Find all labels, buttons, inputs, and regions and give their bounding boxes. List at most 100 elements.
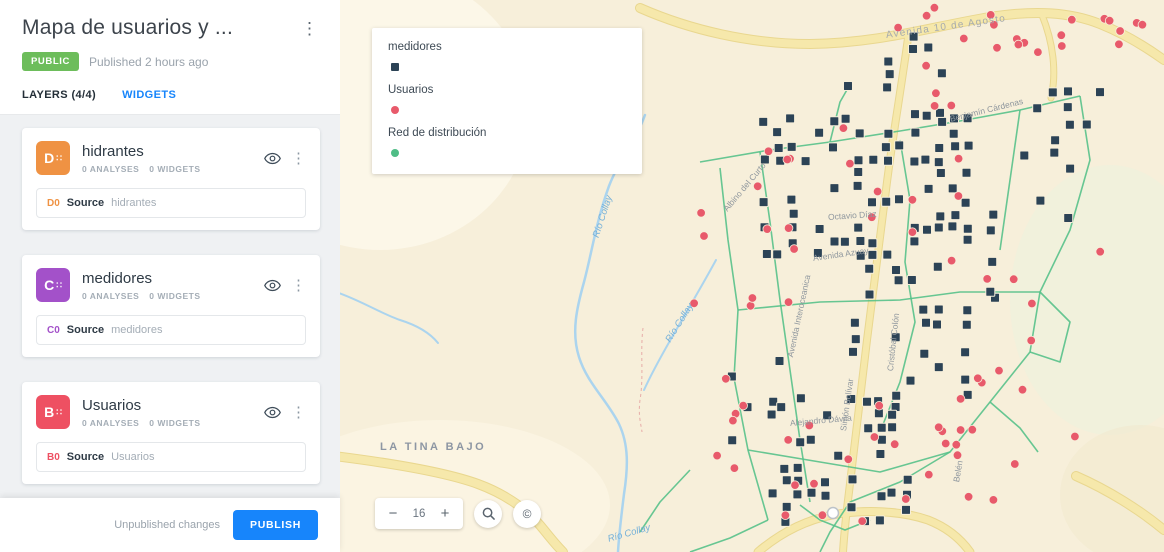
usuario-point	[963, 492, 974, 502]
medidor-point	[1032, 103, 1043, 114]
medidor-point	[772, 127, 783, 138]
sidebar-header: Mapa de usuarios y ... ⋮ PUBLIC Publishe…	[0, 0, 340, 115]
usuario-point	[982, 274, 992, 284]
medidor-point	[905, 375, 916, 386]
medidor-point	[923, 183, 934, 194]
medidor-point	[848, 346, 858, 357]
usuario-point	[1104, 16, 1115, 26]
usuario-point	[689, 298, 699, 309]
medidor-point	[833, 450, 844, 461]
usuario-point	[738, 400, 748, 411]
usuario-point	[869, 432, 880, 442]
usuario-point	[907, 227, 918, 237]
medidor-point	[843, 81, 853, 91]
layer-options-menu[interactable]: ⋮	[291, 278, 306, 293]
medidor-point	[883, 128, 894, 139]
medidor-point	[883, 155, 893, 166]
source-node-id: D0	[47, 197, 60, 209]
medidor-point	[882, 82, 893, 93]
layer-source-row[interactable]: C0 Source medidores	[36, 315, 306, 345]
legend-marker-medidores	[391, 63, 399, 71]
tab-widgets[interactable]: WIDGETS	[122, 89, 176, 114]
medidor-point	[960, 347, 971, 358]
medidor-point	[814, 127, 825, 138]
medidor-point	[853, 222, 864, 233]
medidor-point	[886, 487, 897, 498]
medidor-point	[829, 116, 840, 127]
usuario-point	[1115, 26, 1125, 36]
usuario-point	[804, 420, 815, 431]
publish-button[interactable]: PUBLISH	[233, 510, 318, 540]
layer-visibility-eye-icon[interactable]	[264, 406, 281, 419]
medidor-point	[947, 183, 958, 194]
layer-analyses-count: 0 ANALYSES	[82, 417, 140, 428]
map-container[interactable]: Avenida 10 de Agosto Benjamín Cárdenas Alb…	[340, 0, 1164, 552]
usuario-point	[838, 123, 849, 133]
usuario-point	[901, 494, 911, 504]
medidor-point	[1064, 119, 1075, 130]
map-options-menu-button[interactable]: ⋮	[299, 16, 320, 37]
layer-icon-dots: ∷	[56, 152, 62, 163]
medidor-point	[891, 265, 901, 275]
zoom-out-button[interactable]: −	[379, 504, 407, 523]
usuario-point	[946, 100, 957, 111]
medidor-point	[891, 390, 902, 401]
medidor-point	[887, 422, 898, 433]
sidebar: Mapa de usuarios y ... ⋮ PUBLIC Publishe…	[0, 0, 340, 552]
medidor-point	[727, 435, 738, 446]
zoom-control: − 16 +	[375, 498, 463, 529]
medidor-point	[781, 475, 792, 486]
medidor-point	[849, 317, 860, 328]
medidor-point	[766, 409, 777, 420]
roundabout-marker	[826, 506, 840, 520]
medidor-point	[985, 286, 996, 297]
medidor-point	[894, 194, 904, 205]
attribution-button[interactable]: ©	[513, 499, 541, 528]
layer-type-icon: C ∷	[36, 268, 70, 302]
usuario-point	[992, 43, 1002, 53]
usuario-point	[924, 469, 934, 480]
layer-icon-letter: D	[44, 150, 55, 166]
usuario-point	[780, 510, 791, 521]
carto-builder-app: Mapa de usuarios y ... ⋮ PUBLIC Publishe…	[0, 0, 1164, 552]
layer-source-row[interactable]: B0 Source Usuarios	[36, 442, 306, 472]
layer-source-row[interactable]: D0 Source hidrantes	[36, 188, 306, 218]
medidor-point	[805, 434, 816, 445]
usuario-point	[1057, 41, 1067, 51]
medidor-point	[876, 491, 887, 502]
medidor-point	[880, 142, 891, 153]
medidor-point	[937, 116, 948, 127]
medidor-point	[759, 154, 770, 165]
medidor-point	[820, 477, 830, 488]
medidor-point	[962, 305, 973, 316]
layer-options-menu[interactable]: ⋮	[291, 151, 306, 166]
medidor-point	[867, 197, 877, 208]
search-button[interactable]	[474, 499, 502, 528]
layer-visibility-eye-icon[interactable]	[264, 279, 281, 292]
medidor-point	[1047, 87, 1058, 98]
legend-label-medidores: medidores	[388, 41, 442, 53]
layer-type-icon: B ∷	[36, 395, 70, 429]
medidor-point	[919, 348, 930, 359]
source-node-id: B0	[47, 451, 60, 463]
layer-analyses-count: 0 ANALYSES	[82, 163, 140, 174]
usuario-point	[1056, 30, 1067, 40]
usuario-point	[728, 415, 738, 426]
usuario-point	[867, 212, 877, 222]
medidor-point	[839, 236, 850, 247]
usuario-point	[1009, 274, 1019, 284]
medidor-point	[908, 44, 918, 54]
layer-icon-letter: B	[44, 404, 55, 420]
usuario-point	[955, 425, 966, 435]
zoom-in-button[interactable]: +	[431, 504, 459, 523]
usuario-point	[907, 195, 918, 205]
layer-options-menu[interactable]: ⋮	[291, 405, 306, 420]
medidor-point	[910, 109, 920, 120]
usuario-point	[729, 463, 740, 473]
medidor-point	[761, 249, 772, 259]
medidor-point	[902, 474, 913, 485]
layer-name: hidrantes	[82, 142, 144, 160]
tab-layers[interactable]: LAYERS (4/4)	[22, 89, 96, 114]
usuario-point	[783, 435, 793, 445]
layer-visibility-eye-icon[interactable]	[264, 152, 281, 165]
